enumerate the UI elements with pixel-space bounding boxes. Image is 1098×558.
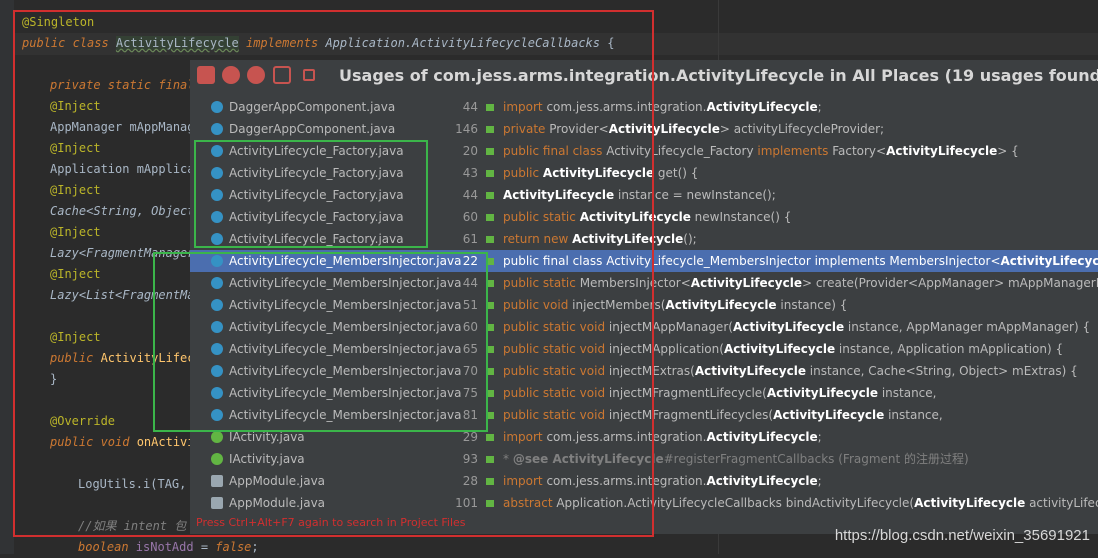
snippet-segment: > { <box>997 144 1019 158</box>
snippet-segment: (); <box>683 232 697 246</box>
snippet-segment: implements <box>757 144 833 158</box>
editor-gutter <box>0 0 14 554</box>
snippet-segment: > create(Provider<AppManager> mAppManage… <box>801 276 1098 290</box>
watermark: https://blog.csdn.net/weixin_35691921 <box>834 527 1090 544</box>
snippet-segment: instance, Cache<String, Object> mExtras)… <box>805 364 1078 378</box>
snippet-segment: ActivityLifecycle <box>690 276 802 290</box>
variable-is-not-add: isNotAdd <box>135 540 194 554</box>
snippet-segment: Factory< <box>832 144 887 158</box>
snippet-segment: ; <box>817 430 822 444</box>
snippet-segment: ActivityLifecycle <box>886 144 998 158</box>
snippet-segment: activityLifecycle); <box>1029 496 1098 510</box>
snippet-segment: ActivityLifecycle <box>914 496 1026 510</box>
snippet-segment: ActivityLifecycle <box>773 408 885 422</box>
snippet-segment: ; <box>817 474 822 488</box>
snippet-segment: newInstance() { <box>690 210 792 224</box>
snippet-segment: ActivityLifecycle <box>1000 254 1098 268</box>
snippet-segment: ; <box>817 100 822 114</box>
snippet-segment: #registerFragmentCallbacks (Fragment 的注册… <box>663 452 969 466</box>
snippet-segment: instance, <box>878 386 937 400</box>
snippet-segment: instance) { <box>776 298 848 312</box>
snippet-segment: instance, Application mApplication) { <box>835 342 1064 356</box>
semicolon: ; <box>251 540 259 554</box>
snippet-segment: ActivityLifecycle <box>694 364 806 378</box>
assign-operator: = <box>193 540 216 554</box>
keyword-false: false <box>215 540 252 554</box>
snippet-segment: ActivityLifecycle <box>706 474 818 488</box>
snippet-segment: ActivityLifecycle <box>665 298 777 312</box>
snippet-segment: MembersInjector< <box>889 254 1001 268</box>
snippet-segment: ActivityLifecycle <box>766 386 879 400</box>
code-line-boolean: boolean isNotAdd = false; <box>78 537 259 558</box>
snippet-segment: implements <box>814 254 890 268</box>
snippet-segment: instance, AppManager mAppManager) { <box>844 320 1091 334</box>
snippet-segment: ActivityLifecycle <box>706 100 818 114</box>
keyword-boolean: boolean <box>78 540 136 554</box>
snippet-segment: > activityLifecycleProvider; <box>719 122 885 136</box>
green-annotation-box-injector <box>153 252 488 432</box>
snippet-segment: ActivityLifecycle <box>706 430 818 444</box>
snippet-segment: ActivityLifecycle <box>732 320 845 334</box>
snippet-segment: get() { <box>654 166 699 180</box>
green-annotation-box-factory <box>194 140 428 248</box>
snippet-segment: ActivityLifecycle <box>723 342 836 356</box>
snippet-segment: instance, <box>884 408 943 422</box>
